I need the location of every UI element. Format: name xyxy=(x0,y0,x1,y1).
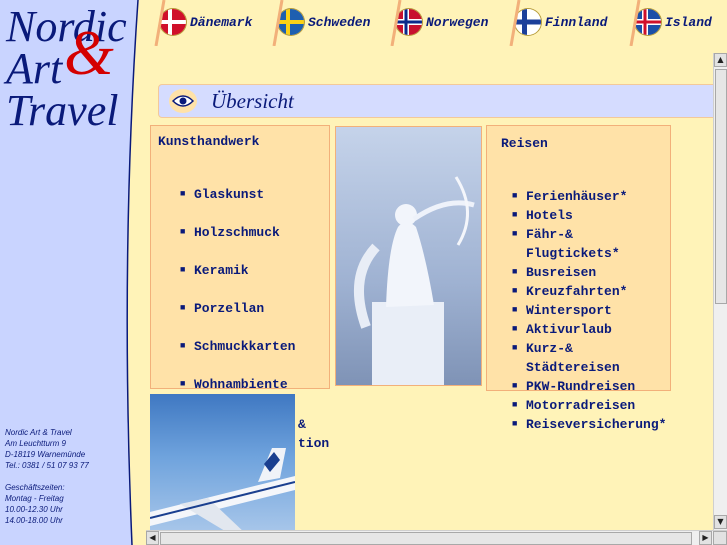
list-item[interactable]: ■ Ferienhäuser* xyxy=(512,187,666,206)
vertical-scroll-thumb[interactable] xyxy=(715,69,727,304)
kunsthandwerk-list: ■ Glaskunst ■ Holzschmuck ■ Keramik ■ Porzel… xyxy=(180,185,295,413)
hours-morning: 10.00-12.30 Uhr xyxy=(5,505,63,514)
bullet-icon: ■ xyxy=(512,381,518,391)
country-tab-bar: Dänemark Schweden Norwegen Finnland Isla… xyxy=(146,0,727,46)
main-content: Übersicht Kunsthandwerk ■ Glaskunst ■ Holz… xyxy=(146,46,713,530)
tab-separator xyxy=(390,0,402,46)
scroll-up-icon[interactable]: ▲ xyxy=(714,53,727,67)
partial-hidden-text[interactable]: & tion xyxy=(298,415,329,453)
tab-separator xyxy=(629,0,641,46)
list-item[interactable]: ■ Glaskunst xyxy=(180,185,295,223)
logo-line3: Travel xyxy=(6,86,119,135)
kunsthandwerk-heading[interactable]: Kunsthandwerk xyxy=(158,134,259,149)
list-item[interactable]: ■ Motorradreisen xyxy=(512,396,666,415)
tab-separator xyxy=(154,0,166,46)
statue-image xyxy=(335,126,482,386)
logo-line2: Art xyxy=(6,44,63,93)
bullet-icon: ■ xyxy=(512,229,518,239)
scroll-down-icon[interactable]: ▼ xyxy=(714,515,727,529)
tab-norwegen[interactable]: Norwegen xyxy=(390,0,489,46)
tab-label: Dänemark xyxy=(190,14,253,30)
tab-daenemark[interactable]: Dänemark xyxy=(154,0,253,46)
reisen-heading[interactable]: Reisen xyxy=(501,136,548,151)
reisen-list: ■ Ferienhäuser* ■ Hotels ■ Fähr-& Flugticket… xyxy=(512,187,666,434)
list-item[interactable]: ■ Hotels xyxy=(512,206,666,225)
vertical-scrollbar[interactable]: ▲ ▼ xyxy=(713,53,727,530)
list-item[interactable]: ■ Schmuckkarten xyxy=(180,337,295,375)
list-item[interactable]: ■ Kreuzfahrten* xyxy=(512,282,666,301)
contact-city: D-18119 Warnemünde xyxy=(5,450,86,459)
page-title: Übersicht xyxy=(211,88,294,113)
tab-label: Island xyxy=(665,14,712,30)
bullet-icon: ■ xyxy=(512,210,518,220)
title-bar: Übersicht xyxy=(158,84,713,118)
list-item[interactable]: ■ Aktivurlaub xyxy=(512,320,666,339)
sidebar: Nordic Art & Travel Nordic Art & Travel … xyxy=(0,0,146,545)
bullet-icon: ■ xyxy=(512,400,518,410)
bullet-icon: ■ xyxy=(180,341,186,351)
tab-label: Finnland xyxy=(545,14,608,30)
list-item[interactable]: ■ Keramik xyxy=(180,261,295,299)
list-item[interactable]: ■ PKW-Rundreisen xyxy=(512,377,666,396)
airplane-image xyxy=(150,394,295,530)
hours-days: Montag - Freitag xyxy=(5,494,64,503)
tab-label: Norwegen xyxy=(426,14,489,30)
tab-finnland[interactable]: Finnland xyxy=(509,0,608,46)
hours-afternoon: 14.00-18.00 Uhr xyxy=(5,516,63,525)
bullet-icon: ■ xyxy=(512,286,518,296)
contact-name: Nordic Art & Travel xyxy=(5,428,72,437)
tab-schweden[interactable]: Schweden xyxy=(272,0,371,46)
tab-separator xyxy=(509,0,521,46)
bullet-icon: ■ xyxy=(512,419,518,429)
bullet-icon: ■ xyxy=(512,305,518,315)
contact-street: Am Leuchtturm 9 xyxy=(5,439,66,448)
bullet-icon: ■ xyxy=(512,324,518,334)
logo-ampersand: & xyxy=(64,17,114,88)
bullet-icon: ■ xyxy=(512,343,518,353)
bullet-icon: ■ xyxy=(180,227,186,237)
bullet-icon: ■ xyxy=(180,303,186,313)
tab-island[interactable]: Island xyxy=(629,0,712,46)
bullet-icon: ■ xyxy=(512,191,518,201)
list-item[interactable]: ■ Kurz-& Städtereisen xyxy=(512,339,666,377)
scroll-left-icon[interactable]: ◀ xyxy=(146,531,159,545)
scroll-right-icon[interactable]: ▶ xyxy=(699,531,712,545)
hours-label: Geschäftszeiten: xyxy=(5,483,65,492)
list-item[interactable]: ■ Wintersport xyxy=(512,301,666,320)
bullet-icon: ■ xyxy=(512,267,518,277)
bullet-icon: ■ xyxy=(180,265,186,275)
list-item[interactable]: ■ Reiseversicherung* xyxy=(512,415,666,434)
tab-label: Schweden xyxy=(308,14,371,30)
list-item[interactable]: ■ Fähr-& Flugtickets* xyxy=(512,225,666,263)
contact-info: Nordic Art & Travel Am Leuchtturm 9 D-18… xyxy=(5,427,89,526)
list-item[interactable]: ■ Porzellan xyxy=(180,299,295,337)
list-item[interactable]: ■ Busreisen xyxy=(512,263,666,282)
list-item[interactable]: ■ Holzschmuck xyxy=(180,223,295,261)
scroll-corner xyxy=(713,531,727,545)
horizontal-scroll-thumb[interactable] xyxy=(160,532,692,545)
tab-separator xyxy=(272,0,284,46)
bullet-icon: ■ xyxy=(180,189,186,199)
contact-phone: Tel.: 0381 / 51 07 93 77 xyxy=(5,461,89,470)
horizontal-scrollbar[interactable]: ◀ ▶ xyxy=(146,530,727,545)
eye-icon xyxy=(169,89,197,113)
